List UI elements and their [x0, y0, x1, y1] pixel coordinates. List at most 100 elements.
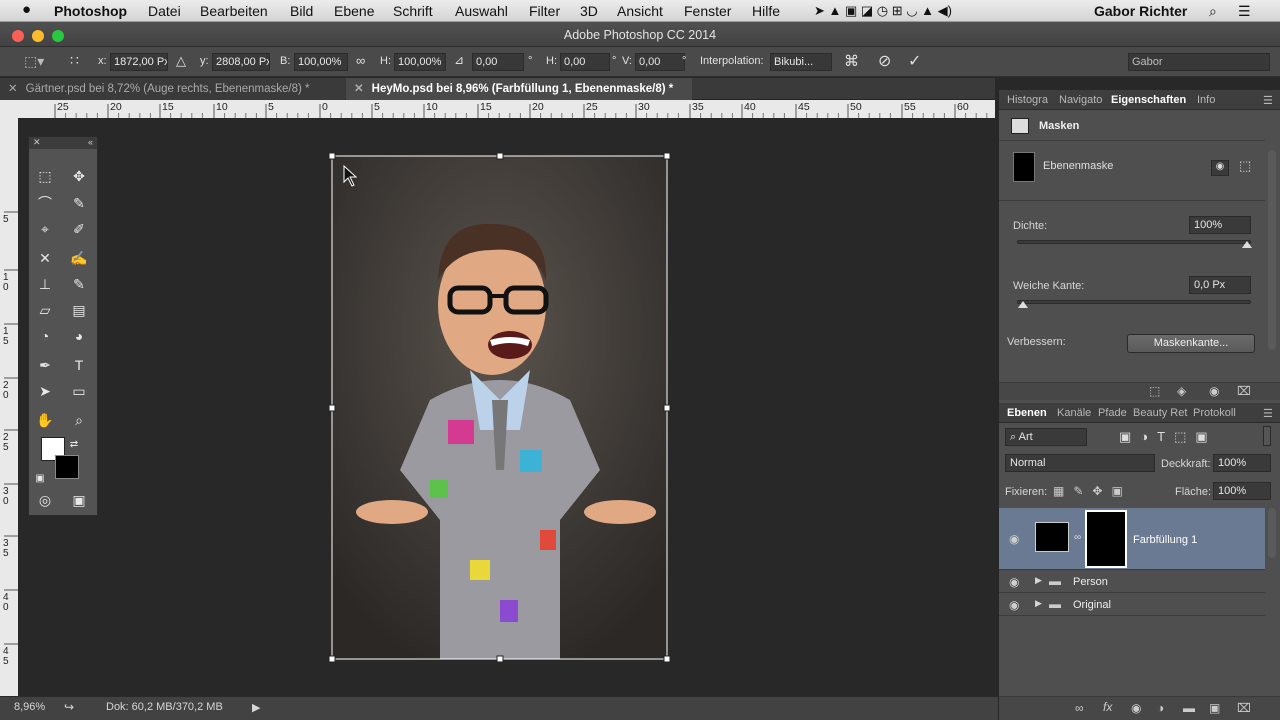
canvas-area[interactable] [18, 118, 995, 696]
tab-info[interactable]: Info [1197, 94, 1215, 106]
link-icon[interactable]: ∞ [356, 53, 365, 68]
interpolation-select[interactable]: Bikubi... [770, 53, 832, 71]
path-selection-tool-icon[interactable]: ➤ [33, 380, 57, 402]
quick-select-tool-icon[interactable]: ✎ [67, 192, 91, 214]
visibility-eye-icon[interactable]: ◉ [1009, 532, 1019, 546]
dodge-tool-icon[interactable]: ◕ [67, 325, 91, 347]
rectangle-tool-icon[interactable]: ▭ [67, 380, 91, 402]
layer-row-farbfuellung[interactable]: ◉ ∞ Farbfüllung 1 [999, 508, 1265, 570]
toggle-mask-eye-icon[interactable]: ◉ [1209, 384, 1219, 398]
feather-slider-thumb[interactable] [1018, 301, 1028, 308]
width-field[interactable]: 100,00% [294, 53, 348, 71]
lock-icons[interactable]: ▦✎✥▣ [1053, 484, 1132, 498]
menu-filter[interactable]: Filter [529, 3, 560, 19]
delta-icon[interactable]: △ [176, 53, 186, 69]
feather-field[interactable]: 0,0 Px [1189, 276, 1251, 294]
load-selection-icon[interactable]: ⬚ [1149, 384, 1160, 398]
default-colors-icon[interactable]: ▣ [33, 467, 47, 489]
transform-tool-icon[interactable]: ⬚▾ [24, 53, 44, 70]
fill-field[interactable]: 100% [1213, 482, 1271, 500]
healing-brush-tool-icon[interactable]: ✕ [33, 247, 57, 269]
tab-navigator[interactable]: Navigato [1059, 94, 1102, 106]
quick-mask-icon[interactable]: ◎ [33, 489, 57, 511]
commit-transform-icon[interactable]: ✓ [908, 51, 921, 71]
menu-3d[interactable]: 3D [580, 3, 598, 19]
apple-icon[interactable]: ● [22, 1, 31, 18]
visibility-eye-icon[interactable]: ◉ [1009, 598, 1019, 612]
tab-histogramm[interactable]: Histogra [1007, 94, 1048, 106]
warp-icon[interactable]: ⌘ [844, 52, 859, 70]
apply-mask-icon[interactable]: ◈ [1177, 384, 1186, 398]
tab-protokoll[interactable]: Protokoll [1193, 407, 1236, 419]
export-icon[interactable]: ↪ [64, 700, 74, 714]
menu-datei[interactable]: Datei [148, 3, 181, 19]
vector-mask-icon[interactable]: ⬚ [1239, 158, 1251, 174]
background-color-swatch[interactable] [55, 455, 79, 479]
status-menu-arrow-icon[interactable]: ▶ [252, 701, 260, 714]
opacity-field[interactable]: 100% [1213, 454, 1271, 472]
feather-slider[interactable] [1017, 300, 1251, 308]
delete-mask-icon[interactable]: ⌧ [1237, 384, 1251, 398]
density-slider[interactable] [1017, 240, 1252, 248]
menu-bearbeiten[interactable]: Bearbeiten [200, 3, 268, 19]
menu-ebene[interactable]: Ebene [334, 3, 374, 19]
link-layers-icon[interactable]: ∞ [1075, 701, 1084, 715]
blend-mode-select[interactable]: Normal [1005, 454, 1155, 472]
fill-layer-thumbnail[interactable] [1035, 522, 1069, 552]
menu-ansicht[interactable]: Ansicht [617, 3, 663, 19]
menu-hilfe[interactable]: Hilfe [752, 3, 780, 19]
lasso-tool-icon[interactable]: ⌒ [33, 192, 57, 214]
brush-tool-icon[interactable]: ✍ [67, 247, 91, 269]
menu-fenster[interactable]: Fenster [684, 3, 731, 19]
tab-eigenschaften[interactable]: Eigenschaften [1111, 94, 1186, 106]
tab-pfade[interactable]: Pfade [1098, 407, 1127, 419]
close-tab-icon[interactable]: ✕ [354, 83, 364, 95]
blur-tool-icon[interactable]: ◔ [33, 325, 57, 347]
notification-list-icon[interactable]: ☰ [1238, 3, 1251, 20]
move-tool-icon[interactable]: ✥ [67, 165, 91, 187]
hand-tool-icon[interactable]: ✋ [33, 409, 57, 431]
chain-link-icon[interactable]: ∞ [1074, 532, 1081, 543]
panel-menu-icon[interactable]: ☰ [1263, 94, 1273, 107]
density-slider-thumb[interactable] [1242, 241, 1252, 248]
menu-schrift[interactable]: Schrift [393, 3, 433, 19]
new-group-icon[interactable]: ▬ [1183, 701, 1195, 715]
layer-style-icon[interactable]: fx [1103, 700, 1112, 714]
swap-colors-icon[interactable]: ⇄ [67, 433, 81, 455]
y-position-field[interactable]: 2808,00 Px [212, 53, 270, 71]
tab-gaertner[interactable]: ✕ Gärtner.psd bei 8,72% (Auge rechts, Ebe… [0, 78, 345, 100]
layer-mask-thumbnail[interactable] [1085, 510, 1127, 568]
properties-scrollbar[interactable] [1268, 150, 1276, 350]
menu-app-photoshop[interactable]: Photoshop [54, 3, 127, 19]
status-icons[interactable]: ➤ ▲ ▣ ◪ ◷ ⊞ ◡ ▲ ◀) [814, 3, 952, 19]
close-panel-icon[interactable]: ✕ [33, 137, 41, 148]
menu-bild[interactable]: Bild [290, 3, 313, 19]
eraser-tool-icon[interactable]: ▱ [33, 299, 57, 321]
mask-edge-button[interactable]: Maskenkante... [1127, 334, 1255, 353]
gradient-tool-icon[interactable]: ▤ [67, 299, 91, 321]
horizontal-skew-field[interactable]: 0,00 [560, 53, 610, 71]
screen-mode-icon[interactable]: ▣ [67, 489, 91, 511]
expand-arrow-icon[interactable]: ▶ [1035, 598, 1042, 609]
document-canvas[interactable] [18, 118, 995, 696]
layer-filter-select[interactable]: ⌕ Art [1005, 428, 1087, 446]
user-name[interactable]: Gabor Richter [1094, 3, 1187, 19]
menu-auswahl[interactable]: Auswahl [455, 3, 508, 19]
spotlight-search-icon[interactable]: ⌕ [1209, 3, 1217, 20]
tab-heymo[interactable]: ✕ HeyMo.psd bei 8,96% (Farbfüllung 1, Ebe… [346, 78, 692, 100]
tools-header[interactable]: ✕ « [29, 137, 97, 149]
workspace-select[interactable]: Gabor [1128, 53, 1270, 71]
layer-filter-icons[interactable]: ▣◑T⬚▣ [1119, 429, 1217, 445]
x-position-field[interactable]: 1872,00 Px [110, 53, 168, 71]
marquee-tool-icon[interactable]: ⬚ [33, 165, 57, 187]
zoom-tool-icon[interactable]: ⌕ [67, 409, 91, 431]
vertical-ruler[interactable]: 51015202530354045 [0, 100, 18, 696]
filter-toggle-switch[interactable] [1263, 426, 1271, 446]
layers-scrollbar[interactable] [1268, 508, 1276, 558]
tab-ebenen[interactable]: Ebenen [1007, 407, 1047, 419]
layer-row-person[interactable]: ◉ ▶ ▬ Person [999, 571, 1265, 593]
reference-point-icon[interactable]: ∷ [70, 52, 79, 69]
mask-thumbnail[interactable] [1013, 152, 1035, 182]
close-tab-icon[interactable]: ✕ [8, 83, 18, 95]
add-mask-icon[interactable]: ◉ [1131, 701, 1141, 715]
